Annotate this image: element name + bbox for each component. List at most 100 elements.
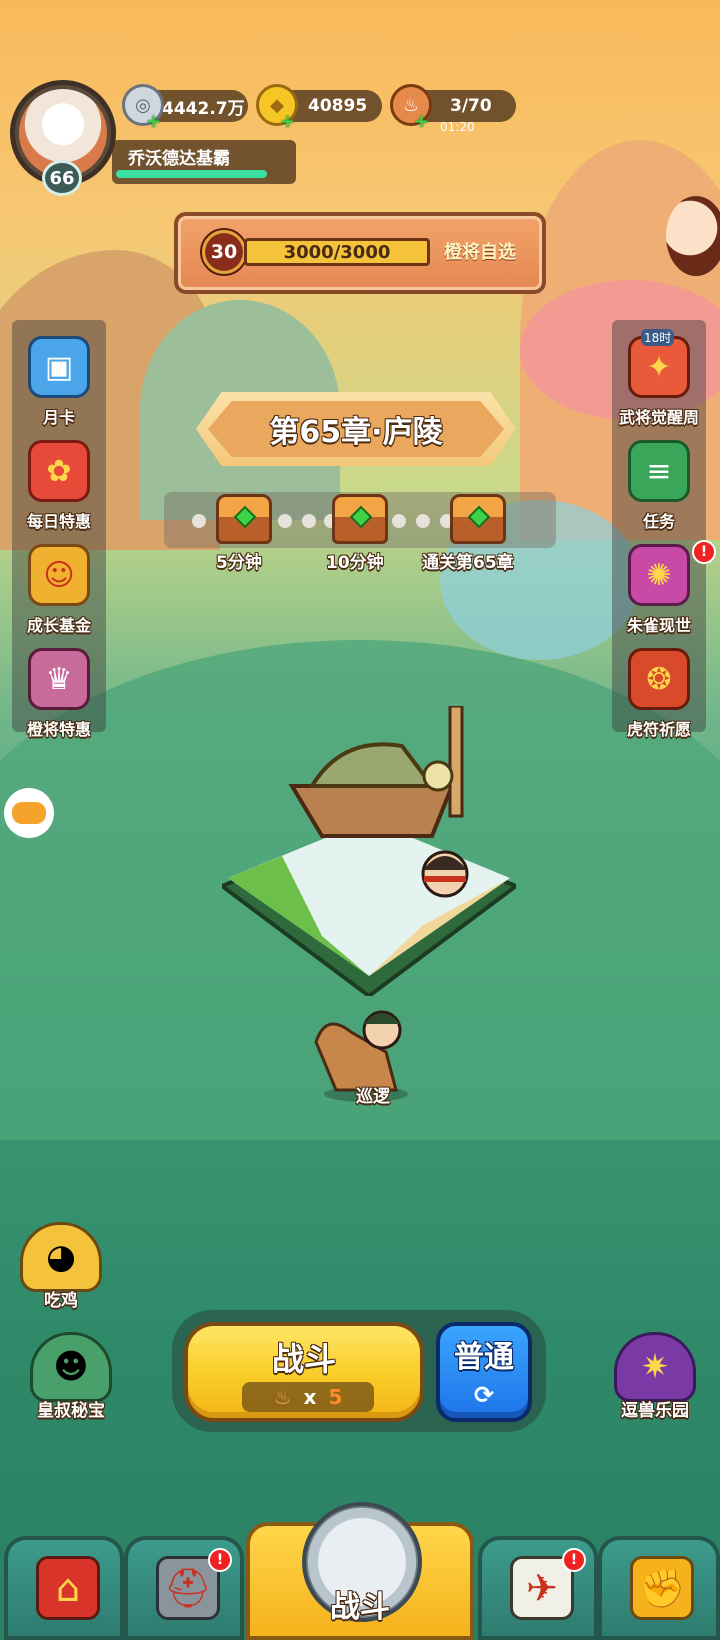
plus-icon[interactable]: + — [414, 111, 429, 132]
chicken-icon: ◕ — [20, 1222, 102, 1292]
nav-battle-label: 战斗 — [330, 1590, 390, 1625]
event-treasure-label: 皇叔秘宝 — [37, 1401, 105, 1421]
city-gate-icon: ⌂ — [36, 1556, 100, 1620]
equipment-alert-mark: ! — [570, 1552, 578, 1568]
chest-label-10min: 10分钟 — [326, 553, 384, 573]
right-menu-item-tiger-wish[interactable]: ❂ 虎符祈愿 — [612, 644, 706, 744]
drumstick-icon: ♨ — [273, 1385, 292, 1409]
character-peek — [666, 196, 720, 276]
fight-button-label: 战斗 — [271, 1340, 336, 1378]
rank-reward-banner[interactable]: 30 3000/3000 橙将自选 — [174, 212, 546, 294]
chest-5min[interactable] — [216, 494, 272, 544]
difficulty-mode-label: 普通 — [454, 1340, 514, 1375]
player-level: 66 — [49, 167, 75, 189]
plus-icon[interactable]: + — [146, 111, 161, 132]
progress-dot — [392, 514, 406, 528]
awaken-icon: ✦ 18时 — [628, 329, 690, 398]
left-menu-label: 月卡 — [42, 408, 75, 427]
right-menu-item-tasks[interactable]: ≡ 任务 — [612, 436, 706, 536]
choose-hero-label[interactable]: 橙将自选 — [444, 238, 516, 264]
scroll-icon: ≡ — [628, 440, 690, 502]
stamina-timer: 01:20 — [440, 120, 475, 134]
nav-tab-heroes[interactable]: ⛑ ! — [124, 1536, 244, 1640]
right-menu-label: 朱雀现世 — [626, 616, 691, 635]
phoenix-alert-badge: ! — [692, 540, 716, 564]
silver-value: 4442.7万 — [162, 98, 245, 119]
nav-tab-training[interactable]: ✊ — [598, 1536, 720, 1640]
fight-button[interactable]: 战斗 ♨ x 5 — [184, 1322, 424, 1422]
event-chicken[interactable]: ◕ 吃鸡 — [20, 1222, 102, 1311]
stamina-resource[interactable]: ♨ + 3/70 01:20 — [390, 84, 516, 134]
rank-level: 30 — [210, 241, 238, 263]
gift-bag-icon: ✿ — [28, 440, 90, 502]
fund-icon: ☺ — [28, 544, 90, 606]
chest-10min[interactable] — [332, 494, 388, 544]
beast-icon: ✷ — [614, 1332, 696, 1402]
heroes-alert-badge: ! — [208, 1548, 232, 1572]
enemy-soldier-icon — [421, 850, 469, 898]
event-beast-label: 逗兽乐园 — [621, 1401, 689, 1421]
card-icon: ▣ — [28, 336, 90, 398]
event-treasure[interactable]: ☻ 皇叔秘宝 — [30, 1332, 112, 1421]
treasure-icon: ☻ — [30, 1332, 112, 1402]
gamepad-icon — [12, 802, 46, 824]
cost-multiplier: x — [303, 1385, 317, 1409]
right-menu-label: 任务 — [642, 512, 675, 531]
tiger-seal-icon: ❂ — [628, 648, 690, 710]
gold-value: 40895 — [308, 96, 368, 116]
left-menu-item-daily-deal[interactable]: ✿ 每日特惠 — [12, 436, 106, 536]
rank-progress-bar: 3000/3000 — [244, 238, 430, 266]
gamepad-button[interactable] — [4, 788, 54, 838]
rank-progress: 3000/3000 — [283, 241, 391, 263]
fist-icon: ✊ — [630, 1556, 694, 1620]
nav-tab-city[interactable]: ⌂ — [4, 1536, 124, 1640]
event-beast-park[interactable]: ✷ 逗兽乐园 — [614, 1332, 696, 1421]
difficulty-mode-button[interactable]: 普通 ⟳ — [436, 1322, 532, 1422]
chest-chapter-clear[interactable] — [450, 494, 506, 544]
right-menu-label: 虎符祈愿 — [626, 720, 691, 739]
left-menu-label: 成长基金 — [26, 616, 91, 635]
progress-dot — [416, 514, 430, 528]
chest-label-clear: 通关第65章 — [422, 553, 514, 573]
chapter-banner: 第65章·庐陵 — [196, 392, 516, 466]
awaken-timer-badge: 18时 — [641, 329, 675, 346]
chest-label-5min: 5分钟 — [216, 553, 262, 573]
equipment-alert-badge: ! — [562, 1548, 586, 1572]
progress-dot — [278, 514, 292, 528]
nav-tab-battle[interactable]: 战斗 — [246, 1502, 474, 1640]
player-name: 乔沃德达基霸 — [128, 149, 230, 169]
gold-resource[interactable]: ◆ + 40895 — [256, 84, 382, 132]
progress-dot — [302, 514, 316, 528]
silver-resource[interactable]: ◎ + 4442.7万 — [122, 84, 248, 132]
exp-bar — [116, 170, 267, 178]
boat-icon — [288, 706, 464, 838]
fight-cost: ♨ x 5 — [242, 1382, 374, 1412]
hero-status-label: 巡逻 — [356, 1087, 390, 1107]
gem-icon — [467, 505, 491, 529]
nav-tab-equipment[interactable]: ✈ ! — [478, 1536, 598, 1640]
progress-dot — [192, 514, 206, 528]
heroes-alert-mark: ! — [216, 1552, 224, 1568]
chapter-title: 第65章·庐陵 — [269, 415, 443, 450]
left-menu-item-hero-deal[interactable]: ♛ 橙将特惠 — [12, 644, 106, 744]
refresh-icon: ⟳ — [473, 1381, 495, 1409]
rank-level-badge: 30 — [200, 228, 248, 276]
heroes-icon: ♛ — [28, 648, 90, 710]
stamina-value: 3/70 — [450, 96, 492, 116]
chapter-banner-inner: 第65章·庐陵 — [208, 401, 504, 457]
gem-icon — [233, 505, 257, 529]
phoenix-alert-mark: ! — [700, 544, 708, 560]
event-chicken-label: 吃鸡 — [44, 1291, 78, 1311]
left-menu-item-monthly-card[interactable]: ▣ 月卡 — [12, 332, 106, 432]
player-level-badge: 66 — [42, 160, 82, 196]
left-menu-item-growth-fund[interactable]: ☺ 成长基金 — [12, 540, 106, 640]
gem-icon — [349, 505, 373, 529]
left-menu-label: 橙将特惠 — [26, 720, 91, 739]
right-menu-label: 武将觉醒周 — [618, 408, 699, 427]
cost-amount: 5 — [328, 1385, 343, 1409]
phoenix-icon: ✺ — [628, 544, 690, 606]
plus-icon[interactable]: + — [280, 111, 295, 132]
player-name-box[interactable]: 乔沃德达基霸 — [112, 140, 296, 184]
right-menu-item-awaken-week[interactable]: ✦ 18时 武将觉醒周 — [612, 329, 706, 432]
left-menu-label: 每日特惠 — [26, 512, 91, 531]
